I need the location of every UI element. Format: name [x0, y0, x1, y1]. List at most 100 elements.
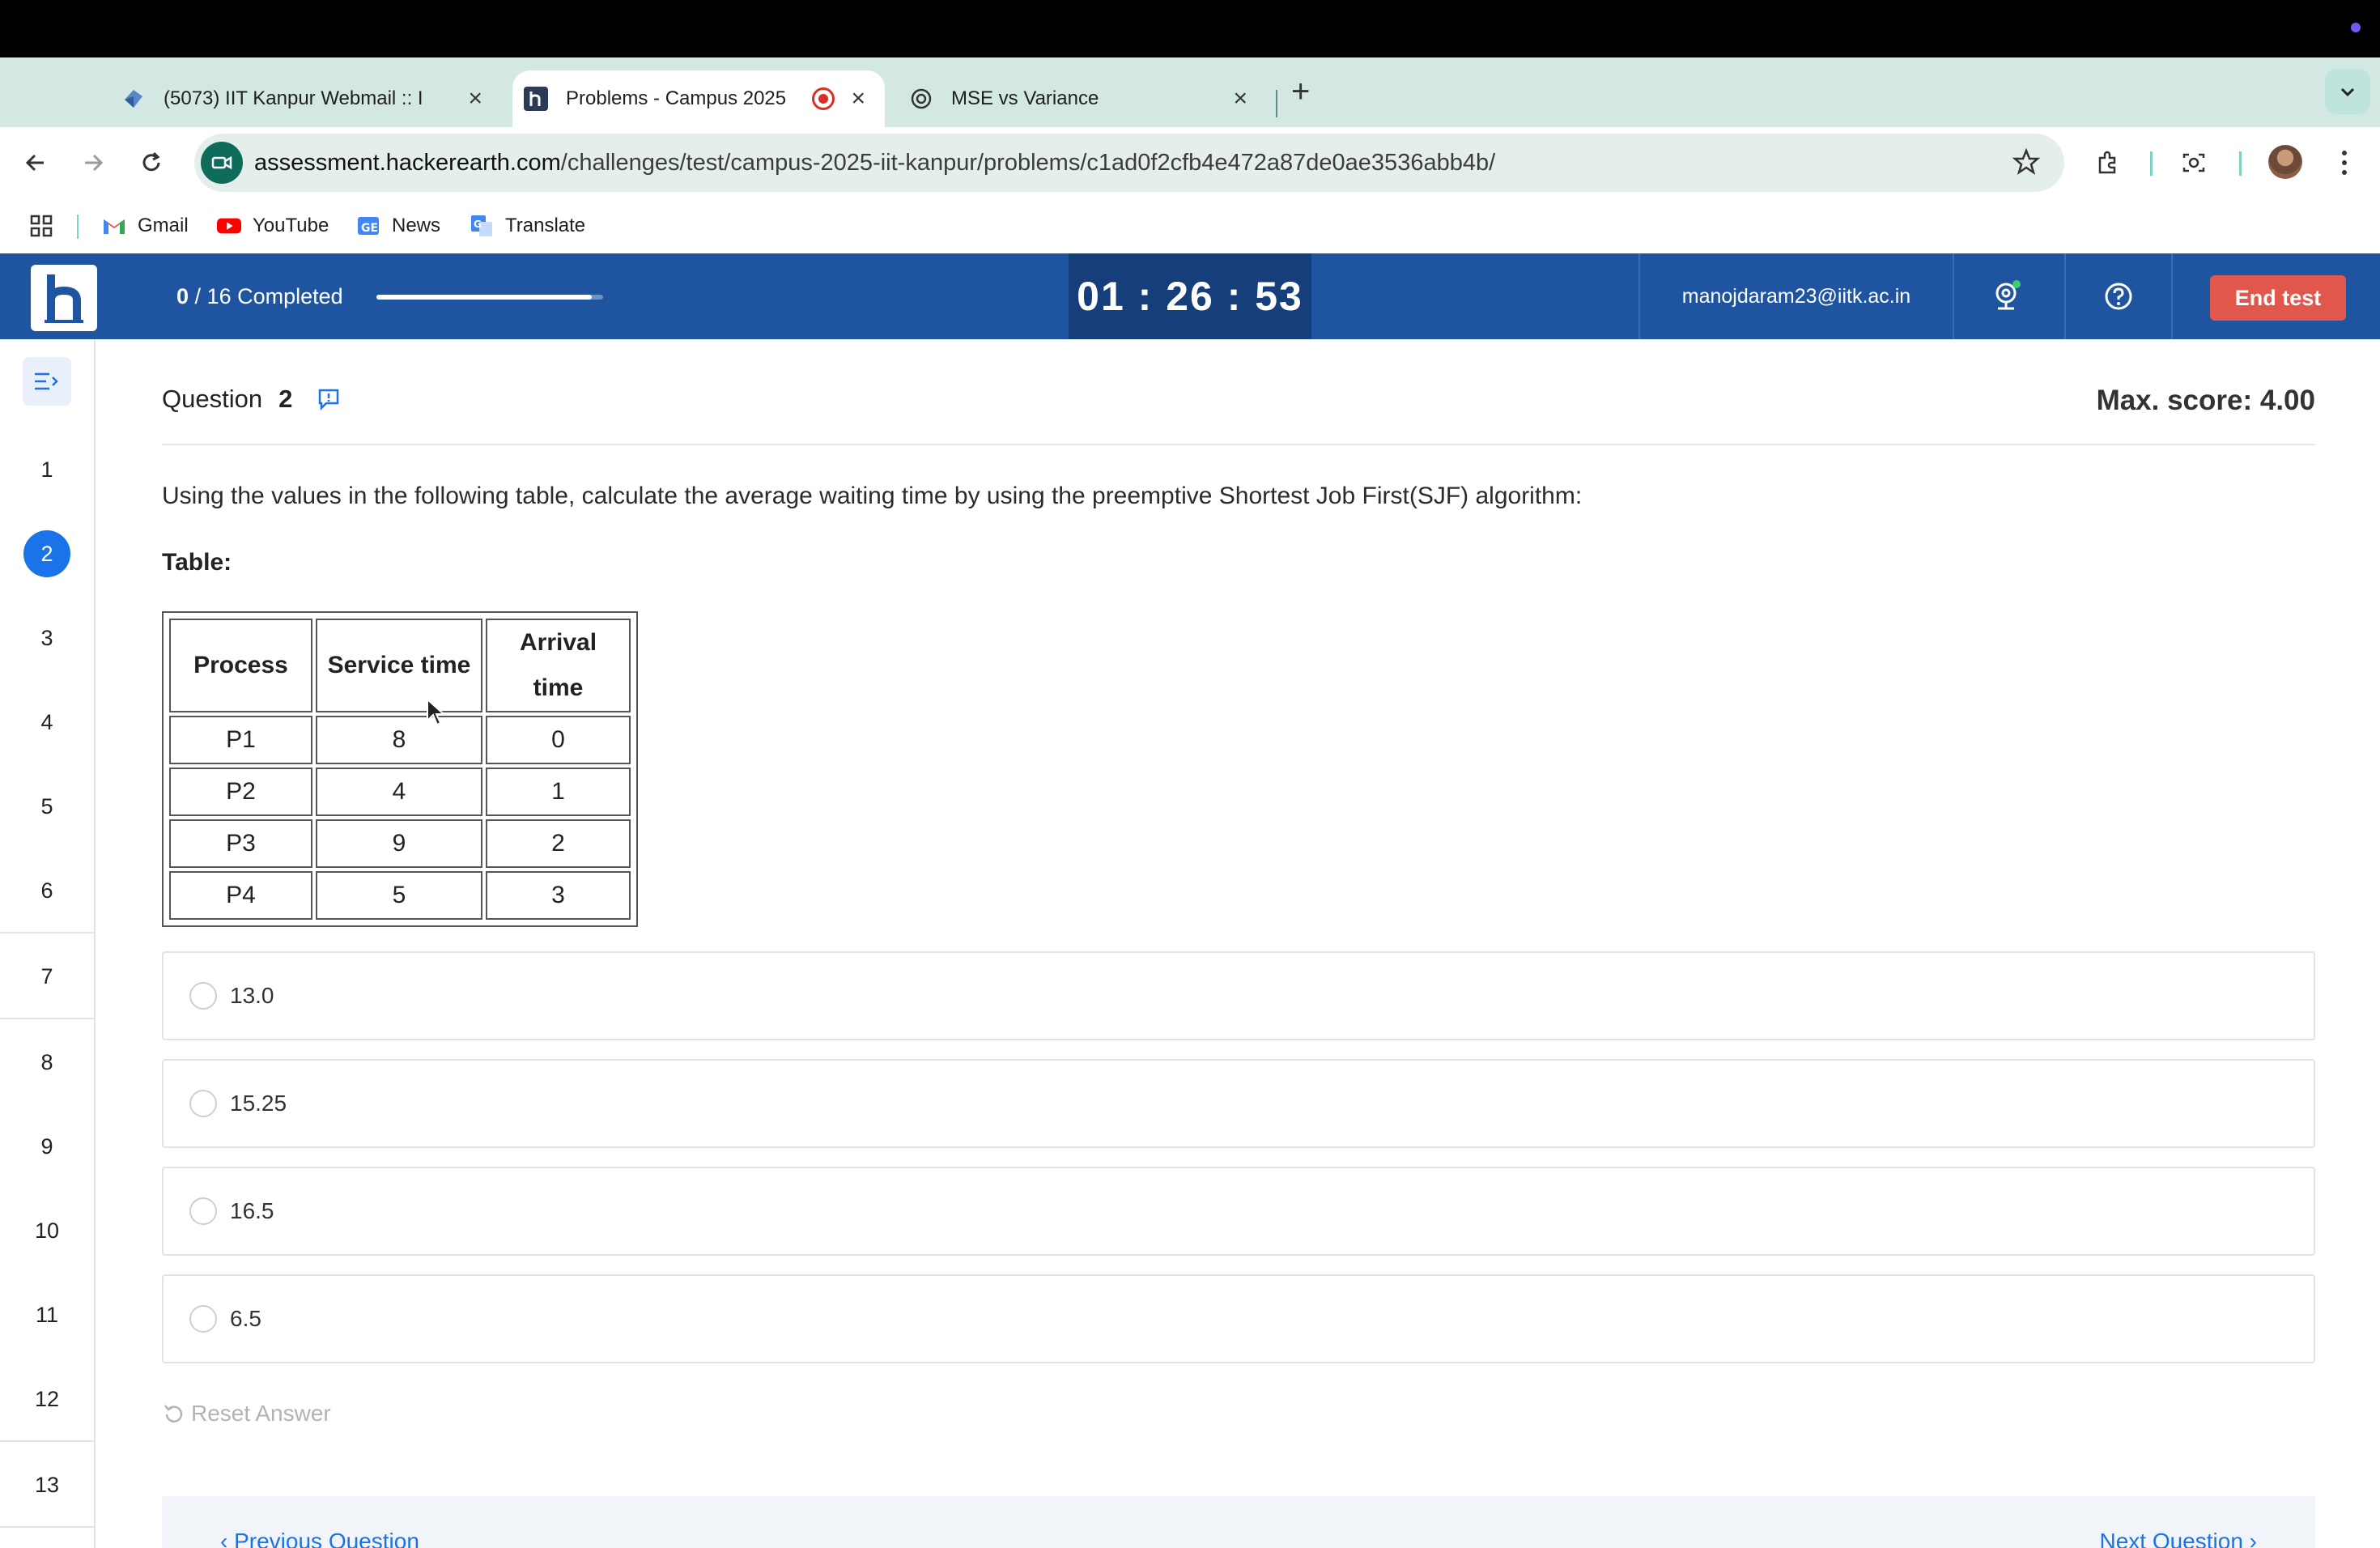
- radio-button[interactable]: [189, 1197, 217, 1225]
- sidebar-question-3[interactable]: 3: [0, 597, 94, 681]
- webmail-icon: [121, 87, 146, 111]
- sidebar-question-13[interactable]: 13: [0, 1444, 94, 1528]
- youtube-icon: [217, 214, 241, 238]
- svg-text:G: G: [474, 219, 482, 230]
- tab-problems[interactable]: Problems - Campus 2025 ×: [512, 70, 885, 127]
- back-icon[interactable]: [18, 145, 53, 181]
- close-tab-icon[interactable]: ×: [1233, 87, 1247, 111]
- sidebar-question-7[interactable]: 7: [0, 935, 94, 1019]
- bookmark-label: YouTube: [253, 215, 329, 236]
- table-cell: 9: [315, 819, 483, 868]
- bookmark-label: Translate: [505, 215, 586, 236]
- table-cell: 2: [486, 819, 631, 868]
- profile-avatar[interactable]: [2268, 145, 2302, 179]
- toolbar-separator: [2150, 151, 2153, 176]
- reset-icon: [162, 1401, 186, 1426]
- sidebar-question-2[interactable]: 2: [0, 512, 94, 597]
- gmail-icon: [102, 214, 126, 238]
- sidebar-question-5[interactable]: 5: [0, 765, 94, 849]
- tab-title: (5073) IIT Kanpur Webmail :: I: [164, 87, 423, 109]
- bookmark-separator: [77, 215, 79, 239]
- tab-search-icon[interactable]: [2325, 69, 2370, 114]
- hackerearth-logo[interactable]: [31, 265, 97, 331]
- hackerearth-icon: [524, 87, 548, 111]
- address-bar[interactable]: assessment.hackerearth.com/challenges/te…: [194, 134, 2064, 192]
- bookmark-label: Gmail: [138, 215, 189, 236]
- header-divider: [1953, 253, 1954, 339]
- bookmark-label: News: [392, 215, 441, 236]
- radio-button[interactable]: [189, 1090, 217, 1117]
- expand-sidebar-icon[interactable]: [23, 357, 71, 406]
- bookmark-news[interactable]: GE News: [356, 211, 440, 240]
- table-header-row: Process Service time Arrival time: [169, 619, 631, 712]
- answer-option-2[interactable]: 15.25: [162, 1059, 2315, 1148]
- answer-option-3[interactable]: 16.5: [162, 1167, 2315, 1256]
- sidebar-question-11[interactable]: 11: [0, 1274, 94, 1358]
- sidebar-question-12[interactable]: 12: [0, 1358, 94, 1442]
- news-icon: GE: [356, 214, 380, 238]
- header-divider: [162, 444, 2315, 445]
- browser-tabstrip: (5073) IIT Kanpur Webmail :: I × Problem…: [0, 57, 2380, 127]
- bookmark-youtube[interactable]: YouTube: [217, 211, 329, 240]
- tab-separator: [1276, 90, 1277, 117]
- help-icon[interactable]: [2100, 278, 2137, 315]
- option-label: 16.5: [230, 1198, 274, 1223]
- webcam-icon[interactable]: [1988, 278, 2025, 315]
- table-cell: 0: [486, 716, 631, 764]
- bookmarks-bar: Gmail YouTube GE News G Translate: [0, 198, 2380, 253]
- radio-button[interactable]: [189, 982, 217, 1010]
- extensions-icon[interactable]: [2090, 145, 2126, 181]
- question-sidebar: 1 2 3 4 5 6 7 8 9 10 11 12 13: [0, 339, 96, 1548]
- radio-button[interactable]: [189, 1305, 217, 1333]
- table-cell: 5: [315, 871, 483, 920]
- chatgpt-icon: [909, 87, 933, 111]
- bookmark-star-icon[interactable]: [2011, 147, 2042, 181]
- new-tab-icon[interactable]: +: [1291, 75, 1310, 108]
- table-cell: 4: [315, 768, 483, 816]
- sidebar-question-1[interactable]: 1: [0, 428, 94, 512]
- user-email: manojdaram23@iitk.ac.in: [1681, 284, 1911, 308]
- forward-icon[interactable]: [75, 145, 111, 181]
- app-header: 0 / 16 Completed 01 : 26 : 53 manojdaram…: [0, 253, 2380, 339]
- answer-option-4[interactable]: 6.5: [162, 1274, 2315, 1363]
- table-cell: 3: [486, 871, 631, 920]
- table-header-arrival-time: Arrival time: [486, 619, 631, 712]
- close-tab-icon[interactable]: ×: [851, 87, 865, 111]
- bookmark-gmail[interactable]: Gmail: [102, 211, 189, 240]
- tab-mse-vs-variance[interactable]: MSE vs Variance ×: [895, 70, 1267, 127]
- answer-option-1[interactable]: 13.0: [162, 951, 2315, 1040]
- table-cell: P1: [169, 716, 312, 764]
- browser-toolbar: assessment.hackerearth.com/challenges/te…: [0, 127, 2380, 198]
- max-score: Max. score: 4.00: [2096, 385, 2315, 416]
- bookmark-translate[interactable]: G Translate: [470, 211, 585, 240]
- table-cell: P2: [169, 768, 312, 816]
- table-cell: 8: [315, 716, 483, 764]
- progress-count: 0 / 16 Completed: [176, 284, 343, 308]
- next-question-link[interactable]: Next Question ›: [2099, 1529, 2257, 1548]
- mouse-pointer-icon: [426, 697, 447, 731]
- translate-icon: G: [470, 214, 494, 238]
- end-test-button[interactable]: End test: [2210, 275, 2346, 321]
- sidebar-question-8[interactable]: 8: [0, 1021, 94, 1105]
- previous-question-link[interactable]: ‹ Previous Question: [220, 1529, 419, 1548]
- table-cell: 1: [486, 768, 631, 816]
- camera-recording-icon[interactable]: [201, 142, 243, 184]
- sidebar-question-6[interactable]: 6: [0, 849, 94, 933]
- report-issue-icon[interactable]: [317, 387, 341, 411]
- close-tab-icon[interactable]: ×: [468, 87, 482, 111]
- tab-webmail[interactable]: (5073) IIT Kanpur Webmail :: I ×: [121, 70, 502, 127]
- screenshot-icon[interactable]: [2176, 145, 2212, 181]
- apps-grid-icon[interactable]: [29, 211, 53, 240]
- option-label: 6.5: [230, 1306, 261, 1331]
- progress-bar: [376, 295, 603, 300]
- reset-answer-button[interactable]: Reset Answer: [162, 1401, 331, 1427]
- question-navigation-bar: ‹ Previous Question Next Question ›: [162, 1496, 2315, 1548]
- sidebar-question-4[interactable]: 4: [0, 681, 94, 765]
- reload-icon[interactable]: [134, 145, 169, 181]
- sidebar-question-9[interactable]: 9: [0, 1105, 94, 1189]
- table-row: P1 8 0: [169, 716, 631, 764]
- table-row: P3 9 2: [169, 819, 631, 868]
- sidebar-question-10[interactable]: 10: [0, 1189, 94, 1274]
- header-divider: [2171, 253, 2173, 339]
- menu-kebab-icon[interactable]: [2327, 145, 2362, 181]
